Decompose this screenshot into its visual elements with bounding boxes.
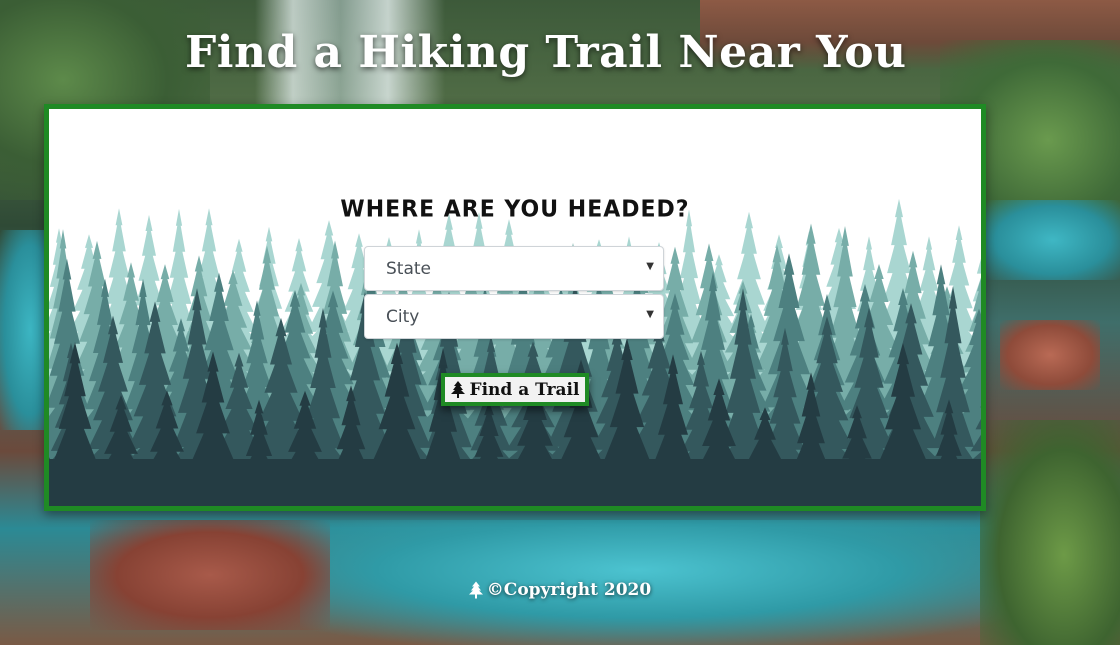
state-select[interactable]: State ▼ — [364, 246, 664, 291]
chevron-down-icon: ▼ — [646, 261, 654, 272]
background-rock-left — [90, 520, 330, 630]
state-select-value: State — [386, 258, 431, 279]
background-pool-right — [985, 200, 1120, 280]
footer: ©Copyright 2020 — [0, 580, 1120, 600]
page-title: Find a Hiking Trail Near You — [175, 22, 906, 82]
page-title-text: Find a Hiking Trail Near You — [185, 26, 907, 78]
city-select-value: City — [386, 306, 420, 327]
city-select[interactable]: City ▼ — [364, 294, 664, 339]
tree-icon — [450, 381, 465, 398]
background-rock-right — [1000, 320, 1100, 390]
destination-question: Where are you headed? — [340, 196, 690, 223]
find-trail-button[interactable]: Find a Trail — [441, 373, 589, 406]
find-trail-button-label: Find a Trail — [469, 379, 580, 400]
chevron-down-icon: ▼ — [646, 309, 654, 320]
copyright-text: ©Copyright 2020 — [486, 580, 652, 600]
search-card: Where are you headed? State ▼ City ▼ Fin… — [44, 104, 986, 511]
background-foliage-bottom-right — [980, 420, 1120, 645]
tree-icon — [468, 581, 483, 599]
